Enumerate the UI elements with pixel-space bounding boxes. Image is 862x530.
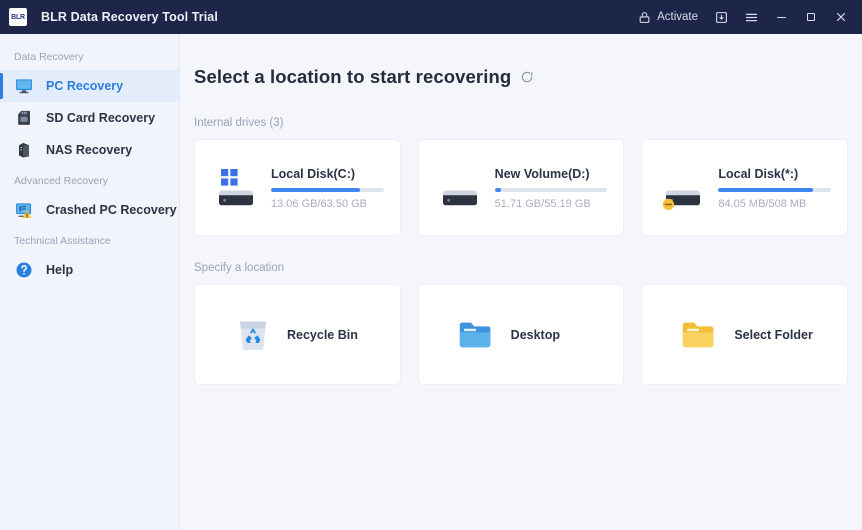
- close-button[interactable]: [826, 0, 856, 34]
- main-content: Select a location to start recovering In…: [180, 34, 862, 530]
- app-logo-text: BLR: [11, 13, 25, 21]
- location-card-recycle-bin[interactable]: Recycle Bin: [194, 284, 401, 385]
- sidebar-item-help[interactable]: Help: [0, 254, 179, 286]
- refresh-icon[interactable]: [520, 70, 534, 84]
- recycle-bin-icon: [225, 312, 281, 358]
- specify-location-label: Specify a location: [194, 262, 285, 274]
- drive-usage-bar: [718, 188, 832, 192]
- sd-card-icon: [14, 108, 34, 128]
- internal-drives-grid: Local Disk(C:) 13.06 GB/63.50 GB New Vol…: [194, 139, 849, 236]
- menu-button[interactable]: [736, 0, 766, 34]
- minimize-button[interactable]: [766, 0, 796, 34]
- drive-usage-bar: [494, 188, 608, 192]
- drive-info: Local Disk(C:) 13.06 GB/63.50 GB: [271, 166, 384, 210]
- drive-info: Local Disk(*:) 84.05 MB/508 MB: [718, 166, 832, 210]
- page-title-row: Select a location to start recovering: [194, 66, 848, 88]
- sidebar-item-nas-recovery[interactable]: NAS Recovery: [0, 134, 179, 166]
- page-title: Select a location to start recovering: [194, 66, 512, 87]
- warning-badge: [663, 198, 675, 210]
- windows-drive-icon: [211, 166, 267, 212]
- drive-usage-fill: [718, 188, 813, 192]
- yellow-folder-icon: [672, 312, 728, 358]
- specify-location-grid: Recycle Bin Desktop Select Folder: [194, 284, 849, 385]
- drive-usage-fill: [271, 188, 360, 192]
- drive-icon: [658, 166, 714, 212]
- window-body: Data Recovery PC Recovery SD Card Recove…: [0, 34, 862, 530]
- help-circle-icon: [14, 260, 34, 280]
- location-label: Desktop: [510, 327, 560, 342]
- sidebar-item-label: Help: [46, 263, 74, 277]
- sidebar-group-label-data-recovery: Data Recovery: [14, 51, 84, 63]
- drive-size: 13.06 GB/63.50 GB: [271, 198, 368, 210]
- close-icon: [834, 10, 848, 24]
- main-inner: Select a location to start recovering In…: [180, 66, 862, 385]
- sidebar-item-label: PC Recovery: [46, 79, 124, 93]
- download-button[interactable]: [706, 0, 736, 34]
- activate-button[interactable]: Activate: [630, 0, 706, 34]
- activate-label: Activate: [657, 11, 698, 23]
- lock-icon: [638, 11, 651, 24]
- app-title: BLR Data Recovery Tool Trial: [41, 10, 218, 24]
- sidebar-item-sd-card-recovery[interactable]: SD Card Recovery: [0, 102, 179, 134]
- maximize-button[interactable]: [796, 0, 826, 34]
- nas-server-icon: [14, 140, 34, 160]
- app-logo: BLR: [9, 8, 27, 26]
- drive-card-local-disk-c[interactable]: Local Disk(C:) 13.06 GB/63.50 GB: [194, 139, 401, 236]
- blue-folder-icon: [449, 312, 505, 358]
- drive-size: 51.71 GB/55.19 GB: [494, 198, 591, 210]
- drive-name: Local Disk(*:): [718, 167, 799, 181]
- location-card-select-folder[interactable]: Select Folder: [641, 284, 849, 385]
- sidebar-item-label: NAS Recovery: [46, 143, 133, 157]
- drive-usage-bar: [271, 188, 384, 192]
- hamburger-menu-icon: [744, 10, 759, 25]
- drive-usage-fill: [494, 188, 502, 192]
- drive-card-local-disk-star[interactable]: Local Disk(*:) 84.05 MB/508 MB: [641, 139, 849, 236]
- drive-info: New Volume(D:) 51.71 GB/55.19 GB: [494, 166, 608, 210]
- drive-icon: [435, 166, 491, 212]
- download-icon: [715, 11, 728, 24]
- drive-name: Local Disk(C:): [271, 167, 356, 181]
- monitor-warning-icon: [14, 200, 34, 220]
- sidebar-item-label: SD Card Recovery: [46, 111, 156, 125]
- location-label: Recycle Bin: [287, 327, 358, 342]
- location-label: Select Folder: [734, 327, 813, 342]
- title-bar: BLR BLR Data Recovery Tool Trial Activat…: [0, 0, 862, 34]
- sidebar: Data Recovery PC Recovery SD Card Recove…: [0, 34, 180, 530]
- sidebar-item-crashed-pc-recovery[interactable]: Crashed PC Recovery: [0, 194, 179, 226]
- monitor-icon: [14, 76, 34, 96]
- sidebar-group-label-advanced-recovery: Advanced Recovery: [14, 175, 108, 187]
- sidebar-item-label: Crashed PC Recovery: [46, 203, 177, 217]
- location-card-desktop[interactable]: Desktop: [417, 284, 625, 385]
- drive-card-new-volume-d[interactable]: New Volume(D:) 51.71 GB/55.19 GB: [417, 139, 625, 236]
- drive-size: 84.05 MB/508 MB: [718, 198, 807, 210]
- internal-drives-label: Internal drives (3): [194, 117, 284, 129]
- sidebar-item-pc-recovery[interactable]: PC Recovery: [0, 70, 179, 102]
- drive-name: New Volume(D:): [494, 167, 590, 181]
- maximize-icon: [805, 11, 817, 23]
- app-window: BLR BLR Data Recovery Tool Trial Activat…: [0, 0, 862, 530]
- sidebar-group-label-technical-assistance: Technical Assistance: [14, 235, 111, 247]
- minimize-icon: [775, 11, 788, 24]
